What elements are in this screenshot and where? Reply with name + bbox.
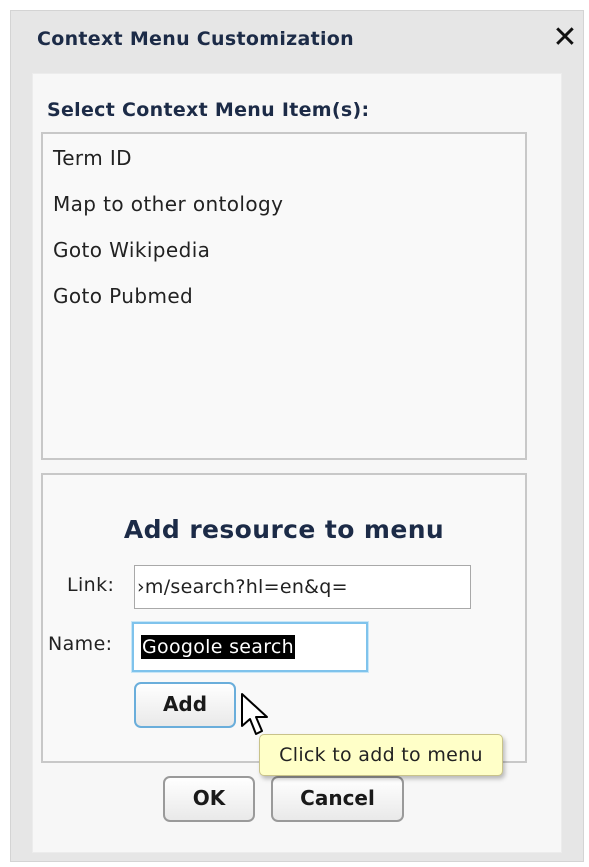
dialog-title: Context Menu Customization — [37, 28, 354, 50]
cancel-button[interactable]: Cancel — [271, 776, 404, 822]
add-button-tooltip: Click to add to menu — [259, 734, 503, 776]
list-item[interactable]: Goto Wikipedia — [53, 238, 210, 262]
link-label: Link: — [67, 574, 115, 596]
add-button[interactable]: Add — [134, 682, 236, 728]
dialog-titlebar: Context Menu Customization ✕ — [11, 11, 583, 71]
ok-button[interactable]: OK — [163, 776, 255, 822]
list-item[interactable]: Map to other ontology — [53, 192, 283, 216]
name-label: Name: — [48, 633, 113, 655]
list-item[interactable]: Term ID — [53, 146, 132, 170]
link-input[interactable]: ›m/search?hl=en&q= — [134, 565, 471, 609]
add-resource-panel: Add resource to menu Link: ›m/search?hl=… — [41, 473, 527, 763]
context-menu-dialog: Context Menu Customization ✕ Select Cont… — [10, 10, 584, 862]
name-input-selected-value: Googole search — [141, 635, 295, 659]
close-icon[interactable]: ✕ — [551, 23, 579, 53]
name-input[interactable]: Googole search — [132, 622, 368, 672]
context-menu-items-list[interactable]: Term ID Map to other ontology Goto Wikip… — [41, 132, 527, 460]
add-resource-heading: Add resource to menu — [123, 515, 445, 544]
select-items-label: Select Context Menu Item(s): — [47, 99, 370, 121]
mouse-pointer-icon — [241, 693, 268, 735]
list-item[interactable]: Goto Pubmed — [53, 284, 193, 308]
link-input-value: ›m/search?hl=en&q= — [137, 576, 348, 598]
